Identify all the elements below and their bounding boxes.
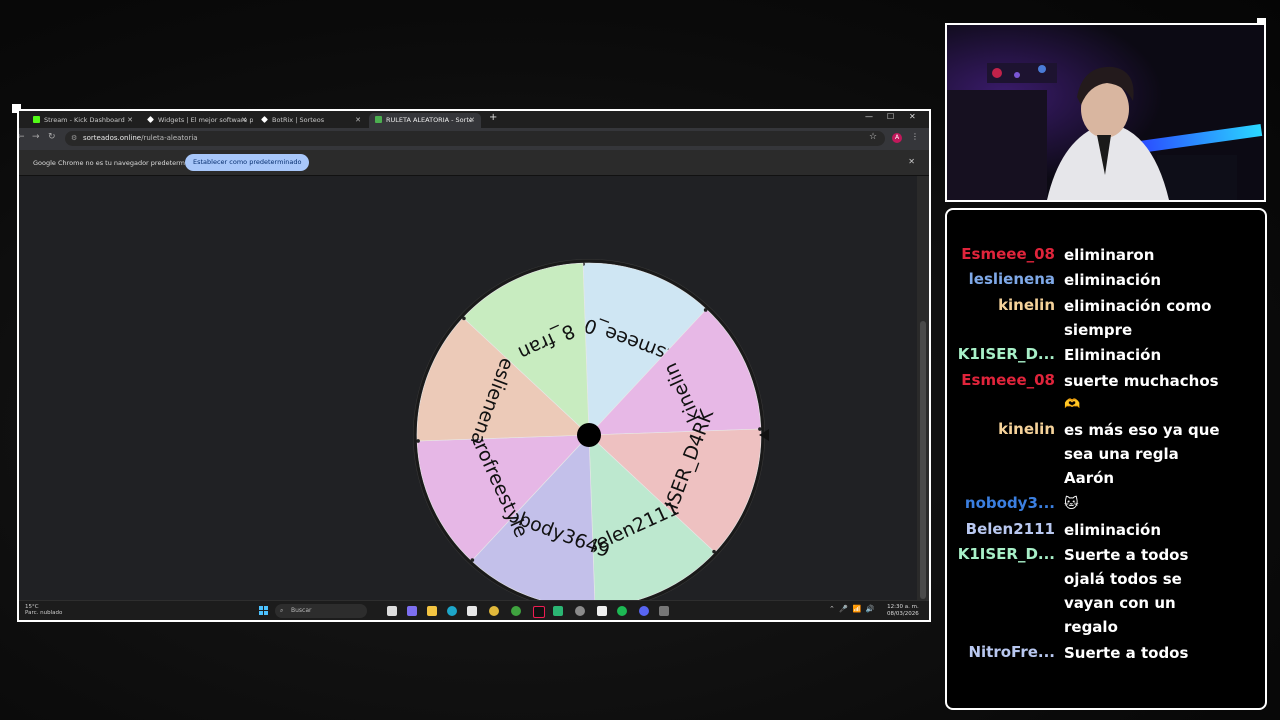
tab-label: BotRix | Sorteos [272, 116, 325, 124]
discord-icon[interactable] [639, 606, 649, 616]
search-icon: ⌕ [280, 607, 284, 614]
close-icon[interactable]: ✕ [908, 157, 915, 166]
chat-username[interactable]: leslienena [947, 270, 1055, 288]
emote: 🫶 [1064, 397, 1081, 412]
close-icon[interactable]: ✕ [355, 113, 361, 128]
kick-icon [33, 116, 40, 123]
infobar-message: Google Chrome no es tu navegador predete… [33, 159, 204, 167]
page-content: Esmeee_08 kinelin K1ISER_D4RK Belen2111 nobo… [19, 176, 917, 611]
maximize-button[interactable]: ☐ [887, 112, 894, 121]
url-path: /ruleta-aleatoria [141, 134, 198, 142]
wheel-peg [758, 427, 762, 431]
notepad-icon[interactable] [597, 606, 607, 616]
widget-icon [147, 116, 154, 123]
weather-desc: Parc. nublado [25, 610, 63, 616]
tab-ruleta-aleatoria[interactable]: RULETA ALEATORIA - Sorte ✕ [369, 113, 481, 128]
tab-widgets[interactable]: Widgets | El mejor software pa ✕ [141, 113, 253, 128]
chat-text: Suerte a todos ojalá todos se vayan con un… [1064, 546, 1189, 636]
file-explorer-icon[interactable] [427, 606, 437, 616]
weather-widget[interactable]: 15°C Parc. nublado [25, 604, 62, 616]
chat-username[interactable]: kinelin [947, 420, 1055, 438]
emote: 🐱 [1064, 496, 1079, 512]
chat-panel: Esmeee_08 eliminaron leslienena eliminac… [945, 208, 1267, 710]
chat-username[interactable]: NitroFre... [947, 643, 1055, 661]
chat-text: 🐱 [1064, 492, 1239, 516]
tab-kick-dashboard[interactable]: Stream - Kick Dashboard ✕ [27, 113, 139, 128]
reload-icon[interactable]: ↻ [48, 132, 56, 142]
app-icon[interactable] [553, 606, 563, 616]
chat-username[interactable]: Belen2111 [947, 520, 1055, 538]
tool-icon[interactable] [659, 606, 669, 616]
webcam-feed [945, 23, 1266, 202]
chat-username[interactable]: nobody3... [947, 494, 1055, 512]
chat-username[interactable]: Esmeee_08 [947, 371, 1055, 389]
windows-start-icon[interactable] [259, 606, 269, 616]
close-icon[interactable]: ✕ [127, 113, 133, 128]
taskbar-clock[interactable]: 12:30 a. m. 08/03/2026 [887, 604, 919, 618]
chat-username[interactable]: K1ISER_D... [947, 545, 1055, 563]
tab-label: RULETA ALEATORIA - Sorte [386, 116, 473, 124]
browser-window: Stream - Kick Dashboard ✕ Widgets | El m… [17, 109, 931, 622]
profile-avatar[interactable]: A [892, 133, 902, 143]
store-icon[interactable] [467, 606, 477, 616]
chat-username[interactable]: K1ISER_D... [947, 345, 1055, 363]
bookmark-star-icon[interactable]: ☆ [869, 132, 877, 142]
chat-username[interactable]: Esmeee_08 [947, 245, 1055, 263]
obs-icon[interactable] [575, 606, 585, 616]
chat-text: eliminación como siempre [1064, 297, 1212, 339]
set-default-button[interactable]: Establecer como predeterminado [185, 154, 310, 171]
new-tab-button[interactable]: + [489, 112, 497, 123]
default-browser-infobar: Google Chrome no es tu navegador predete… [19, 150, 929, 176]
clock-time: 12:30 a. m. [887, 604, 919, 610]
spotify-icon[interactable] [617, 606, 627, 616]
site-info-icon[interactable]: ⚙ [71, 131, 77, 146]
minimize-button[interactable]: — [865, 112, 873, 121]
chat-text: Eliminación [1064, 346, 1162, 364]
url-host: sorteados.online [83, 134, 142, 142]
botrix-icon [261, 116, 268, 123]
tiktok-icon[interactable] [533, 606, 545, 618]
close-icon[interactable]: ✕ [469, 113, 475, 128]
tab-botrix[interactable]: BotRix | Sorteos ✕ [255, 113, 367, 128]
roulette-wheel[interactable]: Esmeee_08kinelinK1ISER_D4RKBelen2111nobo… [408, 254, 770, 616]
chat-text: eliminación [1064, 521, 1162, 539]
system-tray-icons[interactable]: ⌃ 🎤 📶 🔊 [829, 605, 874, 613]
back-icon[interactable]: ← [19, 132, 25, 142]
chat-text: eliminación [1064, 271, 1162, 289]
copilot-icon[interactable] [407, 606, 417, 616]
url-input[interactable]: ⚙ sorteados.online/ruleta-aleatoria [65, 131, 885, 146]
clock-date: 08/03/2026 [887, 611, 919, 617]
forward-icon[interactable]: → [32, 132, 40, 142]
page-scrollbar[interactable] [917, 176, 929, 600]
wheel-peg [416, 439, 420, 443]
xbox-icon[interactable] [511, 606, 521, 616]
edge-icon[interactable] [447, 606, 457, 616]
ruleta-icon [375, 116, 382, 123]
chat-text: es más eso ya que sea una regla Aarón [1064, 421, 1220, 487]
close-icon[interactable]: ✕ [241, 113, 247, 128]
task-view-icon[interactable] [387, 606, 397, 616]
chat-text: eliminaron [1064, 246, 1155, 264]
chat-text: suerte muchachos 🫶 [1064, 369, 1239, 417]
tab-bar: Stream - Kick Dashboard ✕ Widgets | El m… [19, 111, 929, 128]
chrome-icon[interactable] [489, 606, 499, 616]
chat-text: Suerte a todos [1064, 644, 1189, 662]
scrollbar-thumb[interactable] [920, 321, 926, 599]
chat-username[interactable]: kinelin [947, 296, 1055, 314]
close-window-button[interactable]: ✕ [909, 112, 916, 121]
menu-kebab-icon[interactable]: ⋮ [911, 132, 919, 141]
search-label: Buscar [291, 607, 312, 614]
windows-taskbar: 15°C Parc. nublado ⌕ Buscar ⌃ 🎤 📶 🔊 12:3… [19, 600, 929, 620]
address-bar: ← → ↻ ⚙ sorteados.online/ruleta-aleatori… [19, 128, 929, 150]
tab-label: Stream - Kick Dashboard [44, 116, 125, 124]
wheel-center-hub [577, 423, 601, 447]
taskbar-search[interactable]: ⌕ Buscar [275, 604, 367, 618]
webcam-image [947, 25, 1264, 200]
tab-label: Widgets | El mejor software pa [158, 116, 253, 124]
